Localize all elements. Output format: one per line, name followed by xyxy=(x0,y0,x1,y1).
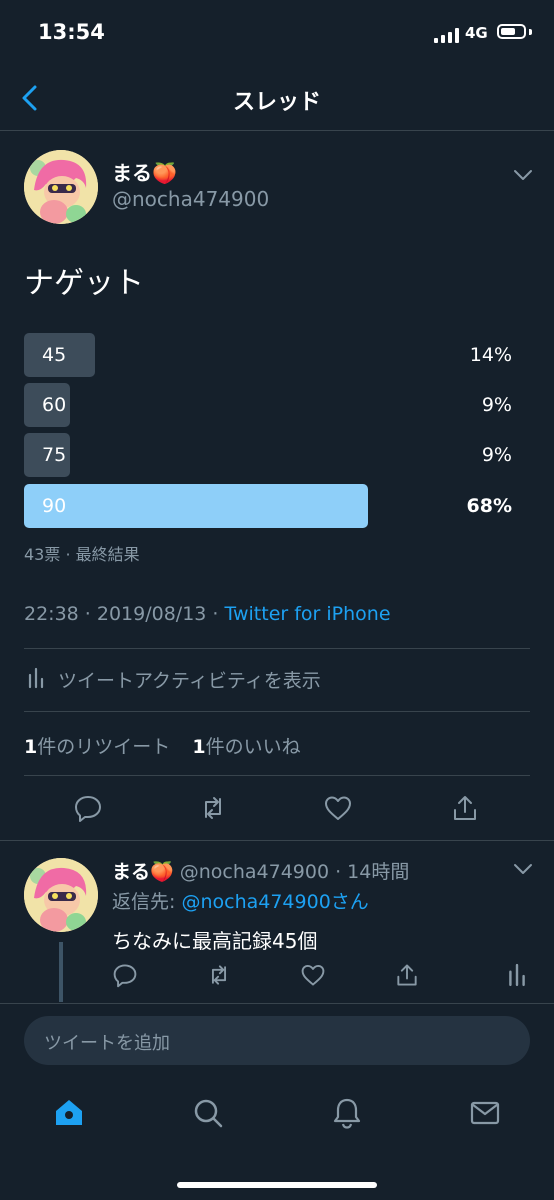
reply-like-icon[interactable] xyxy=(300,962,326,988)
share-icon[interactable] xyxy=(450,793,480,823)
reply-share-icon[interactable] xyxy=(394,962,420,988)
divider xyxy=(24,711,530,712)
reply-chevron-down-icon[interactable] xyxy=(512,861,534,877)
poll-option-label: 60 xyxy=(42,394,67,416)
reply-activity-icon[interactable] xyxy=(506,962,528,988)
poll-option-percent: 14% xyxy=(469,344,512,366)
home-indicator xyxy=(177,1182,377,1188)
reply-to-prefix: 返信先: xyxy=(112,891,182,913)
tweet-meta: 22:38 · 2019/08/13 · Twitter for iPhone xyxy=(24,603,391,625)
retweet-label: 件のリツイート xyxy=(37,736,171,758)
reply-to: 返信先: @nocha474900さん xyxy=(112,887,369,914)
reply-avatar[interactable] xyxy=(24,858,98,932)
like-stat[interactable]: 1件のいいね xyxy=(192,736,300,758)
source-link[interactable]: Twitter for iPhone xyxy=(225,603,391,625)
like-count: 1 xyxy=(192,736,206,758)
battery-cap xyxy=(529,29,532,35)
poll-summary: 43票 · 最終結果 xyxy=(24,545,140,564)
retweet-count: 1 xyxy=(24,736,38,758)
divider xyxy=(24,775,530,776)
retweet-stat[interactable]: 1件のリツイート xyxy=(24,736,170,758)
reply-text: ちなみに最高記録45個 xyxy=(112,929,318,953)
search-icon[interactable] xyxy=(191,1096,225,1130)
poll-option-percent: 9% xyxy=(481,444,512,466)
status-time: 13:54 xyxy=(38,20,105,44)
poll-option-label: 45 xyxy=(42,344,67,366)
notifications-icon[interactable] xyxy=(330,1096,364,1130)
reply-reply-icon[interactable] xyxy=(112,962,138,988)
retweet-icon[interactable] xyxy=(198,793,228,823)
messages-icon[interactable] xyxy=(468,1096,502,1130)
divider xyxy=(0,1003,554,1004)
battery-icon xyxy=(497,24,526,39)
poll-option-label: 90 xyxy=(42,495,67,517)
divider xyxy=(24,648,530,649)
compose-placeholder: ツイートを追加 xyxy=(44,1033,170,1054)
activity-icon[interactable] xyxy=(26,667,46,689)
divider xyxy=(0,840,554,841)
tweet-text: ナゲット xyxy=(24,266,144,301)
timestamp: 22:38 · 2019/08/13 · xyxy=(24,603,225,625)
reply-header: まる🍑 @nocha474900 · 14時間 xyxy=(112,857,409,884)
reply-retweet-icon[interactable] xyxy=(206,962,232,988)
reply-to-handle[interactable]: @nocha474900さん xyxy=(181,891,368,913)
signal-icon xyxy=(434,27,462,43)
reply-author-name[interactable]: まる🍑 xyxy=(112,861,174,883)
divider xyxy=(0,130,554,131)
compose-input[interactable]: ツイートを追加 xyxy=(24,1016,530,1065)
page-title: スレッド xyxy=(232,90,321,115)
network-type: 4G xyxy=(465,24,488,42)
author-handle[interactable]: @nocha474900 xyxy=(112,187,269,211)
poll-bar-winner xyxy=(24,484,368,528)
poll-option-percent: 9% xyxy=(481,394,512,416)
home-icon[interactable] xyxy=(52,1096,86,1130)
poll-option-label: 75 xyxy=(42,444,67,466)
tweet-stats: 1件のリツイート 1件のいいね xyxy=(24,732,301,759)
reply-meta: @nocha474900 · 14時間 xyxy=(179,861,410,883)
avatar[interactable] xyxy=(24,150,98,224)
chevron-down-icon[interactable] xyxy=(512,167,534,183)
poll-option-percent: 68% xyxy=(466,495,512,517)
activity-link[interactable]: ツイートアクティビティを表示 xyxy=(58,666,321,693)
like-label: 件のいいね xyxy=(205,736,301,758)
thread-line xyxy=(59,942,63,1002)
reply-icon[interactable] xyxy=(73,793,103,823)
like-icon[interactable] xyxy=(323,793,353,823)
author-name[interactable]: まる🍑 xyxy=(112,157,177,186)
